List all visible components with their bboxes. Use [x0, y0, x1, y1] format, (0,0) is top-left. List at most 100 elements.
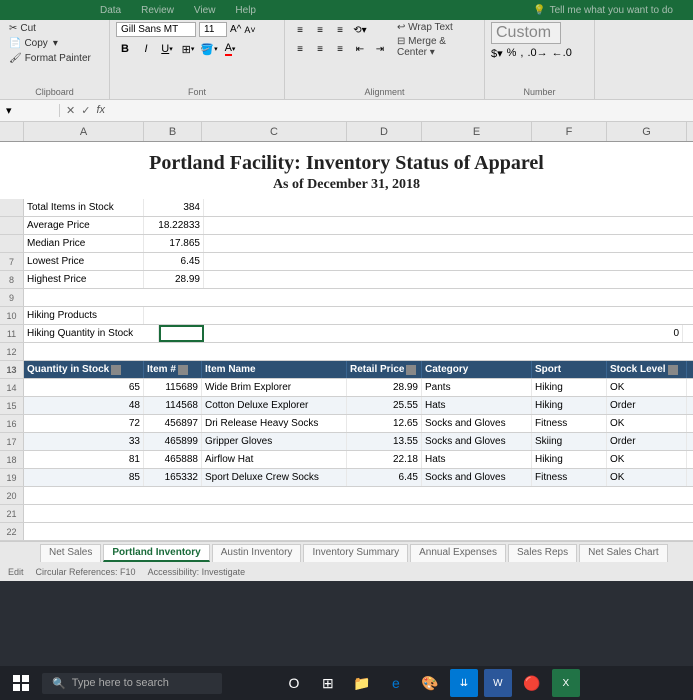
increase-font-icon[interactable]: A^	[230, 24, 241, 35]
word-icon[interactable]: W	[484, 669, 512, 697]
sheet-tabs-bar: Net SalesPortland InventoryAustin Invent…	[0, 541, 693, 563]
filter-icon[interactable]	[668, 365, 678, 375]
windows-taskbar: 🔍Type here to search O ⊞ 📁 e 🎨 ⇊ W 🔴 X	[0, 666, 693, 700]
row-10[interactable]: 10 Hiking Products	[0, 307, 693, 325]
align-center-button[interactable]: ≡	[311, 41, 329, 57]
sheet-tab[interactable]: Portland Inventory	[103, 544, 209, 562]
align-bottom-button[interactable]: ≡	[331, 22, 349, 38]
wrap-text-button[interactable]: ↩ Wrap Text	[397, 22, 478, 33]
sheet-tab[interactable]: Net Sales	[40, 544, 101, 562]
sheet-tab[interactable]: Annual Expenses	[410, 544, 506, 562]
col-header-b[interactable]: B	[144, 122, 202, 141]
increase-indent-button[interactable]: ⇥	[371, 41, 389, 57]
comma-button[interactable]: ,	[520, 47, 523, 60]
col-header-e[interactable]: E	[422, 122, 532, 141]
col-header-a[interactable]: A	[24, 122, 144, 141]
copy-button[interactable]: 📄Copy▾	[6, 37, 103, 50]
merge-center-button[interactable]: ⊟ Merge & Center ▾	[397, 36, 478, 58]
col-sport[interactable]: Sport	[532, 361, 607, 378]
col-quantity[interactable]: Quantity in Stock	[24, 361, 144, 378]
align-right-button[interactable]: ≡	[331, 41, 349, 57]
filter-icon[interactable]	[178, 365, 188, 375]
font-color-button[interactable]: A▾	[221, 40, 239, 58]
col-stock-level[interactable]: Stock Level	[607, 361, 687, 378]
underline-button[interactable]: U▾	[158, 40, 176, 58]
font-size-select[interactable]: 11	[199, 22, 227, 37]
empty-row[interactable]: 20	[0, 487, 693, 505]
cancel-formula-button[interactable]: ✕	[66, 104, 75, 117]
align-left-button[interactable]: ≡	[291, 41, 309, 57]
app-icon-2[interactable]: ⇊	[450, 669, 478, 697]
border-button[interactable]: ⊞▾	[179, 40, 197, 58]
excel-icon[interactable]: X	[552, 669, 580, 697]
col-category[interactable]: Category	[422, 361, 532, 378]
chrome-icon[interactable]: 🔴	[518, 669, 546, 697]
summary-row[interactable]: 7Lowest Price6.45	[0, 253, 693, 271]
sheet-tab[interactable]: Net Sales Chart	[579, 544, 668, 562]
decrease-indent-button[interactable]: ⇤	[351, 41, 369, 57]
bold-button[interactable]: B	[116, 40, 134, 58]
cut-button[interactable]: ✂Cut	[6, 22, 103, 35]
table-row[interactable]: 17 33 465899 Gripper Gloves 13.55 Socks …	[0, 433, 693, 451]
tab-data[interactable]: Data	[100, 5, 121, 16]
currency-button[interactable]: $▾	[491, 47, 503, 60]
row-9[interactable]: 9	[0, 289, 693, 307]
table-row[interactable]: 18 81 465888 Airflow Hat 22.18 Hats Hiki…	[0, 451, 693, 469]
filter-icon[interactable]	[406, 365, 416, 375]
search-icon: 🔍	[52, 677, 66, 690]
name-box[interactable]: ▾	[0, 104, 60, 117]
table-row[interactable]: 16 72 456897 Dri Release Heavy Socks 12.…	[0, 415, 693, 433]
filter-icon[interactable]	[111, 365, 121, 375]
table-row[interactable]: 15 48 114568 Cotton Deluxe Explorer 25.5…	[0, 397, 693, 415]
col-header-d[interactable]: D	[347, 122, 422, 141]
decrease-decimal-button[interactable]: ←.0	[552, 47, 572, 60]
col-header-c[interactable]: C	[202, 122, 347, 141]
tell-me-search[interactable]: 💡 Tell me what you want to do	[533, 5, 673, 16]
empty-row[interactable]: 21	[0, 505, 693, 523]
summary-row[interactable]: Total Items in Stock384	[0, 199, 693, 217]
percent-button[interactable]: %	[507, 47, 517, 60]
col-header-g[interactable]: G	[607, 122, 687, 141]
table-row[interactable]: 19 85 165332 Sport Deluxe Crew Socks 6.4…	[0, 469, 693, 487]
col-item-num[interactable]: Item #	[144, 361, 202, 378]
fill-color-button[interactable]: 🪣▾	[200, 40, 218, 58]
font-name-select[interactable]: Gill Sans MT	[116, 22, 196, 37]
select-all-corner[interactable]	[0, 122, 24, 141]
sheet-tab[interactable]: Inventory Summary	[303, 544, 408, 562]
tab-view[interactable]: View	[194, 5, 216, 16]
orientation-button[interactable]: ⟲▾	[351, 22, 369, 38]
number-format-select[interactable]: Custom	[491, 22, 561, 44]
summary-row[interactable]: Average Price18.22833	[0, 217, 693, 235]
start-button[interactable]	[6, 668, 36, 698]
decrease-font-icon[interactable]: A˅	[244, 25, 255, 35]
align-middle-button[interactable]: ≡	[311, 22, 329, 38]
increase-decimal-button[interactable]: .0→	[527, 47, 547, 60]
sheet-tab[interactable]: Sales Reps	[508, 544, 577, 562]
row-11[interactable]: 11 Hiking Quantity in Stock 0	[0, 325, 693, 343]
format-painter-button[interactable]: 🖌Format Painter	[6, 52, 103, 65]
col-item-name[interactable]: Item Name	[202, 361, 347, 378]
cortana-icon[interactable]: O	[280, 669, 308, 697]
worksheet[interactable]: Portland Facility: Inventory Status of A…	[0, 142, 693, 541]
taskbar-search[interactable]: 🔍Type here to search	[42, 673, 222, 694]
tab-review[interactable]: Review	[141, 5, 174, 16]
table-row[interactable]: 14 65 115689 Wide Brim Explorer 28.99 Pa…	[0, 379, 693, 397]
col-retail-price[interactable]: Retail Price	[347, 361, 422, 378]
summary-row[interactable]: Median Price17.865	[0, 235, 693, 253]
row-12[interactable]: 12	[0, 343, 693, 361]
fx-icon[interactable]: fx	[96, 104, 105, 117]
empty-row[interactable]: 22	[0, 523, 693, 541]
ribbon: ✂Cut 📄Copy▾ 🖌Format Painter Clipboard Gi…	[0, 20, 693, 100]
active-cell[interactable]	[159, 325, 204, 342]
edge-icon[interactable]: e	[382, 669, 410, 697]
summary-row[interactable]: 8Highest Price28.99	[0, 271, 693, 289]
col-header-f[interactable]: F	[532, 122, 607, 141]
file-explorer-icon[interactable]: 📁	[348, 669, 376, 697]
sheet-tab[interactable]: Austin Inventory	[212, 544, 302, 562]
app-icon[interactable]: 🎨	[416, 669, 444, 697]
italic-button[interactable]: I	[137, 40, 155, 58]
enter-formula-button[interactable]: ✓	[81, 104, 90, 117]
tab-help[interactable]: Help	[235, 5, 256, 16]
task-view-icon[interactable]: ⊞	[314, 669, 342, 697]
align-top-button[interactable]: ≡	[291, 22, 309, 38]
